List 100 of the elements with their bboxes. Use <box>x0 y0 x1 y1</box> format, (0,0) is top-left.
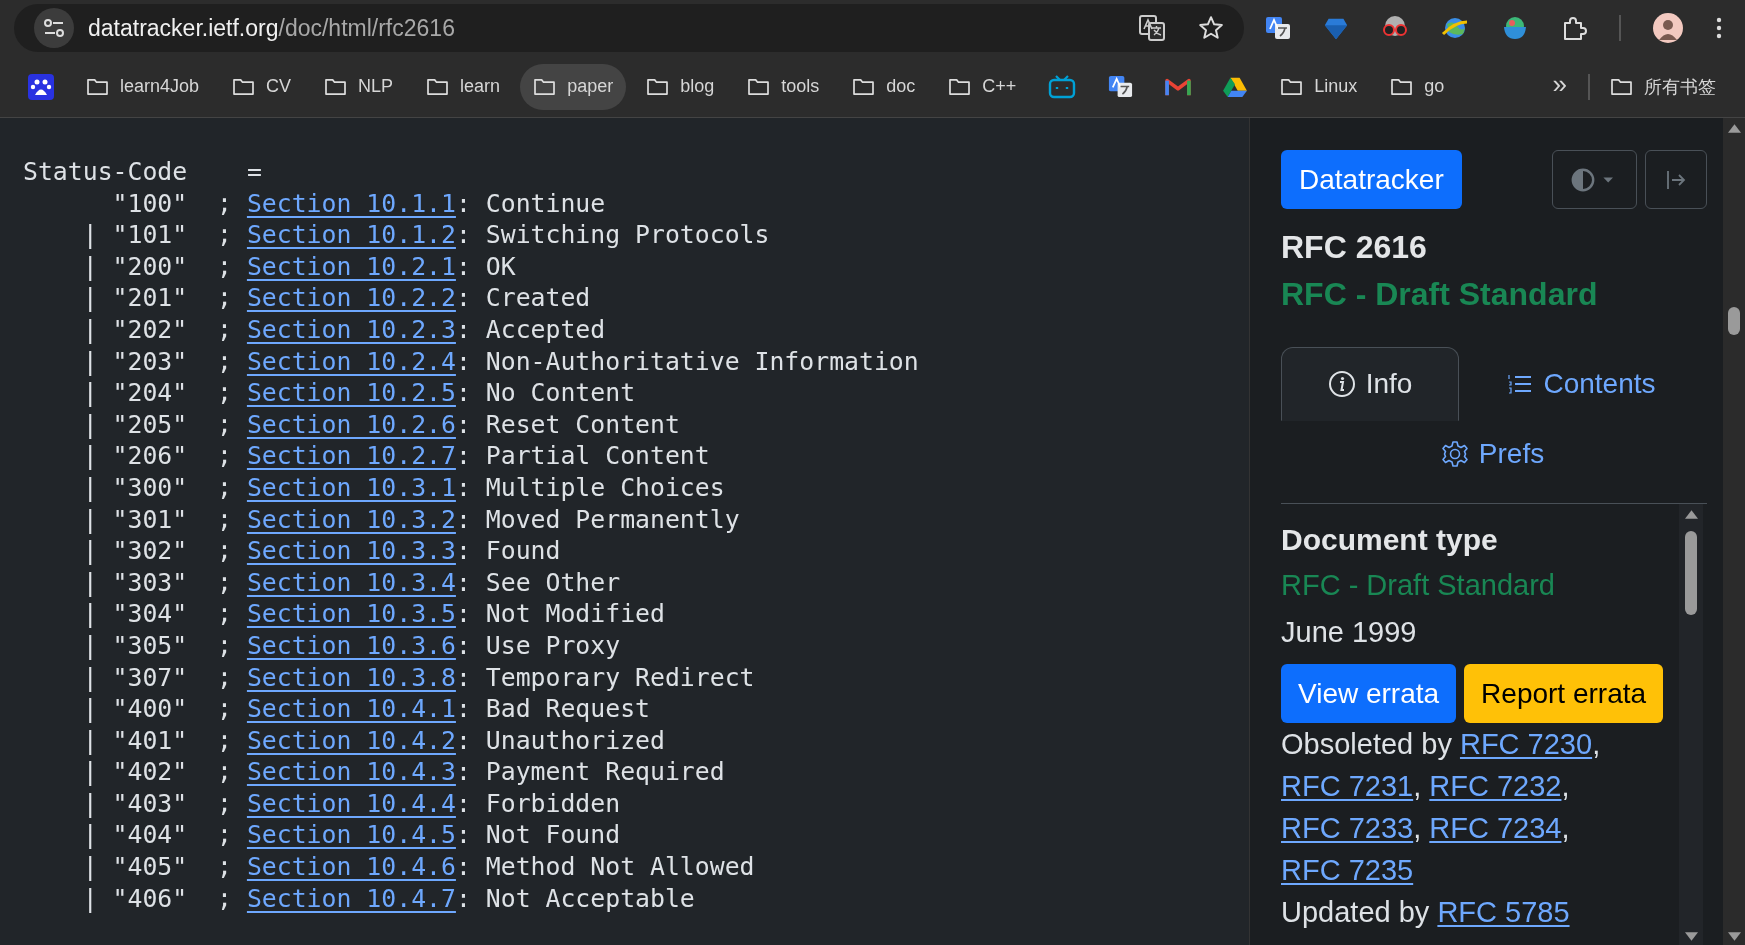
menu-icon[interactable] <box>1715 16 1723 40</box>
relation-text: Updated by RFC 5785 <box>1281 895 1571 930</box>
rfc-link[interactable]: RFC 5785 <box>1437 896 1570 928</box>
code-text: | "200" ; <box>82 250 232 283</box>
folder-icon <box>948 77 972 96</box>
code-text: | "307" ; <box>82 661 232 694</box>
star-icon[interactable] <box>1198 15 1224 41</box>
section-link[interactable]: Section 10.4.6 <box>246 851 456 883</box>
bookmark-folder[interactable]: C++ <box>935 63 1030 110</box>
section-link[interactable]: Section 10.2.6 <box>246 408 456 441</box>
rfc-link[interactable]: RFC 7235 <box>1281 854 1414 886</box>
section-link[interactable]: Section 10.2.7 <box>246 440 456 472</box>
section-link[interactable]: Section 10.4.5 <box>246 819 456 852</box>
bookmark-folder[interactable]: blog <box>633 63 728 110</box>
folder-icon <box>426 77 450 96</box>
section-link[interactable]: Section 10.4.2 <box>246 724 456 757</box>
code-text: : Forbidden <box>455 787 621 820</box>
bookmark-folder[interactable]: CV <box>219 63 305 110</box>
code-text: : Method Not Allowed <box>455 851 755 883</box>
scrollbar-thumb[interactable] <box>1685 531 1697 615</box>
code-text: : Partial Content <box>455 440 710 472</box>
bookmark-folder[interactable]: doc <box>839 63 929 110</box>
section-link[interactable]: Section 10.4.4 <box>246 787 456 820</box>
sidebar-tab[interactable]: Info <box>1281 347 1459 421</box>
bookmark-folder[interactable]: 所有书签 <box>1597 63 1729 110</box>
theme-button[interactable] <box>1552 150 1637 209</box>
rfc-link[interactable]: RFC 7230 <box>1459 728 1593 760</box>
scrollbar[interactable] <box>1679 504 1703 945</box>
translate-icon[interactable] <box>1264 14 1292 42</box>
section-link[interactable]: Section 10.3.6 <box>246 629 456 662</box>
section-link[interactable]: Section 10.3.3 <box>246 535 456 567</box>
address-bar[interactable]: datatracker.ietf.org/doc/html/rfc2616 <box>14 4 1244 52</box>
bookmark-folder[interactable]: NLP <box>311 63 407 110</box>
bookmark-folder[interactable]: learn4Job <box>73 63 213 110</box>
document-type: RFC - Draft Standard <box>1281 568 1556 603</box>
code-text: | "401" ; <box>82 724 232 757</box>
code-text: : Found <box>455 535 561 567</box>
code-text: : Moved Permanently <box>455 503 740 536</box>
section-link[interactable]: Section 10.3.2 <box>246 503 456 536</box>
code-text: : Created <box>455 282 591 314</box>
bookmark-folder[interactable]: tools <box>734 63 833 110</box>
collapse-sidebar-button[interactable] <box>1645 150 1707 209</box>
section-link[interactable]: Section 10.2.2 <box>246 282 456 314</box>
info-icon <box>1327 370 1356 398</box>
scrollbar[interactable] <box>1723 118 1745 945</box>
code-text: | "204" ; <box>82 377 232 409</box>
translate-icon[interactable] <box>1138 14 1166 42</box>
section-link[interactable]: Section 10.4.7 <box>246 882 456 915</box>
code-text: : Switching Protocols <box>455 219 770 251</box>
rfc-link[interactable]: RFC 7231 <box>1281 770 1414 802</box>
scrollbar-thumb[interactable] <box>1728 307 1740 335</box>
folder-icon <box>232 77 256 96</box>
sidebar-tab[interactable]: Prefs <box>1281 421 1704 487</box>
tv-icon <box>1048 73 1077 100</box>
section-link[interactable]: Section 10.3.8 <box>246 661 456 694</box>
code-text: | "302" ; <box>82 535 232 567</box>
section-link[interactable]: Section 10.2.5 <box>246 377 456 409</box>
numbered-list-icon <box>1507 373 1534 395</box>
folder-icon <box>747 77 771 96</box>
errata-button[interactable]: View errata <box>1281 664 1457 723</box>
rfc-link[interactable]: RFC 7233 <box>1281 812 1414 844</box>
bookmark-folder[interactable]: Linux <box>1267 63 1371 110</box>
code-text: : Unauthorized <box>455 724 665 757</box>
avatar-icon[interactable] <box>1651 12 1684 44</box>
code-text: : Not Acceptable <box>455 882 695 915</box>
url-text: datatracker.ietf.org/doc/html/rfc2616 <box>88 14 456 42</box>
scroll-down-icon[interactable] <box>1727 932 1741 941</box>
code-text: : Reset Content <box>455 408 680 441</box>
bookmark-folder[interactable]: go <box>1377 63 1458 110</box>
section-link[interactable]: Section 10.2.4 <box>246 345 456 378</box>
section-link[interactable]: Section 10.2.1 <box>246 250 456 283</box>
section-link[interactable]: Section 10.2.3 <box>246 313 456 346</box>
sidebar-tab[interactable]: Contents <box>1459 347 1704 421</box>
rfc-link[interactable]: RFC 7234 <box>1429 812 1562 844</box>
datatracker-button[interactable]: Datatracker <box>1281 150 1462 209</box>
code-text: : Use Proxy <box>455 629 621 662</box>
section-link[interactable]: Section 10.1.1 <box>246 187 456 220</box>
section-link[interactable]: Section 10.3.5 <box>246 598 456 630</box>
scroll-up-icon[interactable] <box>1727 124 1741 133</box>
more-bookmarks-button[interactable]: » <box>1538 69 1581 104</box>
section-link[interactable]: Section 10.1.2 <box>246 219 456 251</box>
site-info-icon[interactable] <box>34 8 74 48</box>
section-link[interactable]: Section 10.4.3 <box>246 756 456 788</box>
code-text: : Not Found <box>455 819 621 852</box>
code-text: Status-Code = <box>23 156 262 188</box>
section-link[interactable]: Section 10.3.4 <box>246 566 456 599</box>
bookmark-folder[interactable]: paper <box>520 63 627 110</box>
section-link[interactable]: Section 10.4.1 <box>246 693 456 725</box>
folder-icon <box>1610 77 1633 96</box>
scroll-down-icon[interactable] <box>1684 932 1698 941</box>
scroll-up-icon[interactable] <box>1684 510 1698 519</box>
rfc-link[interactable]: RFC 7232 <box>1429 770 1562 802</box>
section-link[interactable]: Section 10.3.1 <box>246 471 456 504</box>
bookmark-folder[interactable]: learn <box>413 63 514 110</box>
folder-icon <box>646 77 670 96</box>
code-text: | "406" ; <box>82 882 232 915</box>
code-text: "100" ; <box>111 187 232 220</box>
code-text: | "101" ; <box>82 219 232 251</box>
errata-button[interactable]: Report errata <box>1464 664 1664 723</box>
code-text: | "300" ; <box>82 471 232 504</box>
